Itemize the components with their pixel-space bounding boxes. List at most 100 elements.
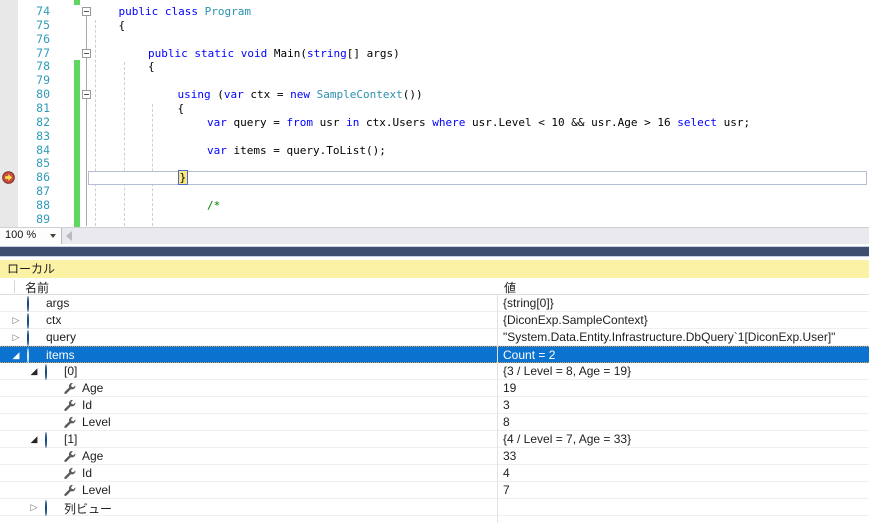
code-line-76[interactable]: 76	[0, 31, 869, 47]
object-icon	[27, 313, 40, 329]
locals-row-[1][interactable]: ◢ [1] {4 / Level = 7, Age = 33}	[0, 431, 869, 448]
variable-name: Level	[82, 483, 111, 497]
code-line-77[interactable]: 77 public static void Main(string[] args)	[0, 45, 869, 61]
expand-expanded-icon[interactable]: ◢	[11, 350, 21, 360]
code-text: public static void Main(string[] args)	[148, 46, 400, 60]
zoom-select[interactable]: 100 %	[0, 228, 62, 244]
change-tracking-bar	[74, 129, 80, 144]
locals-header-row: 名前 値	[0, 278, 869, 295]
object-icon	[27, 348, 40, 364]
change-tracking-bar	[74, 198, 80, 213]
locals-row-Age[interactable]: Age 33	[0, 448, 869, 465]
expand-collapsed-icon[interactable]: ▷	[11, 332, 21, 342]
change-tracking-bar	[74, 74, 80, 89]
code-line-82[interactable]: 82 var query = from usr in ctx.Users wher…	[0, 115, 869, 130]
line-number: 76	[36, 31, 50, 46]
horizontal-scrollbar[interactable]	[62, 228, 869, 244]
change-tracking-bar	[74, 60, 80, 75]
line-number: 77	[36, 45, 50, 60]
object-icon	[45, 364, 58, 380]
code-line-75[interactable]: 75 {	[0, 17, 869, 33]
code-text: {	[118, 18, 126, 32]
locals-row-[0][interactable]: ◢ [0] {3 / Level = 8, Age = 19}	[0, 363, 869, 380]
locals-row-列ビュー[interactable]: ▷ 列ビュー	[0, 499, 869, 516]
current-statement-box	[88, 171, 867, 186]
fold-collapse-icon[interactable]	[82, 48, 91, 58]
chevron-down-icon	[50, 234, 56, 238]
variable-name: [1]	[64, 432, 78, 446]
code-text: var query = from usr in ctx.Users where …	[207, 115, 751, 129]
variable-name: Age	[82, 449, 104, 463]
code-line-74[interactable]: 74 public class Program	[0, 4, 869, 19]
object-icon	[27, 330, 40, 346]
locals-row-items[interactable]: ◢ items Count = 2	[0, 346, 869, 364]
code-editor[interactable]: 74 public class Program 75 {76 77 public stat…	[0, 0, 869, 227]
line-number: 81	[36, 100, 50, 115]
variable-value: 33	[503, 449, 517, 463]
object-icon	[45, 500, 58, 516]
editor-bottom-bar: 100 %	[0, 227, 869, 244]
code-line-79[interactable]: 79	[0, 73, 869, 89]
locals-row-Id[interactable]: Id 4	[0, 465, 869, 482]
variable-value: 8	[503, 415, 510, 429]
variable-value: 3	[503, 398, 510, 412]
column-divider[interactable]	[497, 295, 498, 523]
locals-row-Level[interactable]: Level 7	[0, 482, 869, 499]
header-separator	[14, 280, 15, 293]
window-splitter[interactable]	[0, 246, 869, 260]
property-wrench-icon	[63, 467, 76, 480]
expand-expanded-icon[interactable]: ◢	[29, 434, 39, 444]
variable-name: Level	[82, 415, 111, 429]
variable-value: {3 / Level = 8, Age = 19}	[503, 364, 632, 378]
code-line-87[interactable]: 87	[0, 184, 869, 200]
line-number: 83	[36, 128, 50, 143]
variable-name: Id	[82, 398, 93, 412]
code-line-81[interactable]: 81 {	[0, 100, 869, 116]
code-text: var items = query.ToList();	[207, 143, 386, 157]
code-line-85[interactable]: 85	[0, 156, 869, 172]
variable-name: Id	[82, 466, 93, 480]
fold-collapse-icon[interactable]	[82, 7, 91, 16]
locals-row-query[interactable]: ▷ query "System.Data.Entity.Infrastructure…	[0, 329, 869, 346]
code-line-88[interactable]: 88 /*	[0, 197, 869, 213]
line-number: 79	[36, 73, 50, 88]
code-line-80[interactable]: 80 using (var ctx = new SampleContext())	[0, 87, 869, 103]
object-icon	[45, 432, 58, 448]
variable-value: 4	[503, 466, 510, 480]
locals-row-Level[interactable]: Level 8	[0, 414, 869, 431]
property-wrench-icon	[63, 399, 76, 412]
object-icon	[27, 296, 40, 312]
column-header-value[interactable]: 値	[504, 279, 516, 296]
locals-row-Id[interactable]: Id 3	[0, 397, 869, 414]
line-number: 75	[36, 17, 50, 32]
change-tracking-bar	[74, 88, 80, 103]
expand-collapsed-icon[interactable]: ▷	[11, 315, 21, 325]
code-line-86[interactable]: 86}	[0, 170, 869, 186]
variable-value: {DiconExp.SampleContext}	[503, 313, 648, 327]
scroll-left-icon[interactable]	[66, 231, 72, 241]
code-line-84[interactable]: 84 var items = query.ToList();	[0, 143, 869, 158]
column-header-name[interactable]: 名前	[25, 279, 49, 296]
locals-window-title[interactable]: ローカル	[0, 260, 869, 278]
variable-name: Age	[82, 381, 104, 395]
change-tracking-bar	[74, 171, 80, 186]
expand-collapsed-icon[interactable]: ▷	[29, 502, 39, 512]
variable-name: args	[46, 296, 70, 310]
line-number: 88	[36, 197, 50, 212]
code-line-83[interactable]: 83	[0, 128, 869, 144]
line-number: 86	[36, 170, 50, 185]
code-line-89[interactable]: 89	[0, 212, 869, 227]
locals-row-args[interactable]: args {string[0]}	[0, 295, 869, 312]
property-wrench-icon	[63, 450, 76, 463]
expand-expanded-icon[interactable]: ◢	[29, 366, 39, 376]
property-wrench-icon	[63, 382, 76, 395]
locals-row-ctx[interactable]: ▷ ctx {DiconExp.SampleContext}	[0, 312, 869, 329]
line-number: 74	[36, 4, 50, 18]
locals-row-Age[interactable]: Age 19	[0, 380, 869, 397]
zoom-value: 100 %	[5, 229, 37, 241]
variable-name: query	[46, 330, 77, 344]
variable-value: {4 / Level = 7, Age = 33}	[503, 432, 632, 446]
code-text: /*	[207, 198, 221, 212]
code-line-78[interactable]: 78 {	[0, 60, 869, 75]
fold-collapse-icon[interactable]	[82, 90, 91, 100]
